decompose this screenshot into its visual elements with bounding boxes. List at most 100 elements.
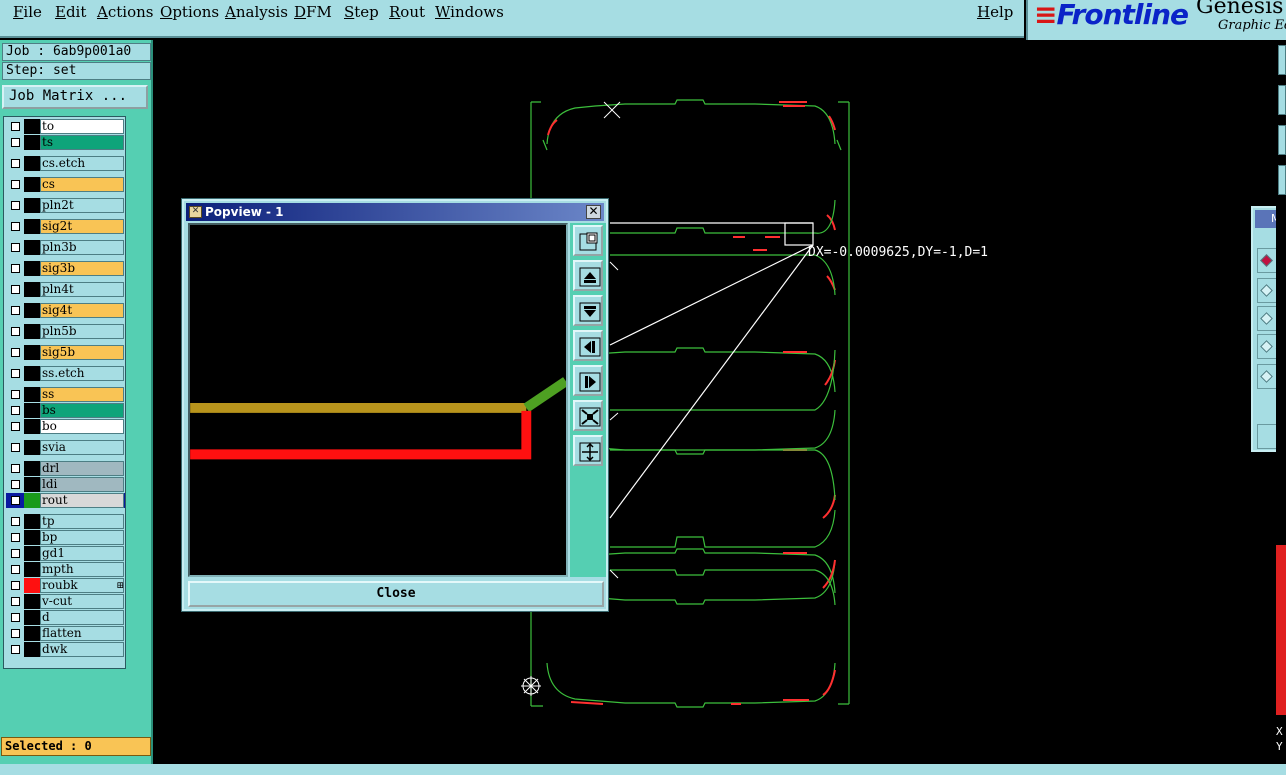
layer-row[interactable]: ss.etch: [6, 366, 125, 381]
popview-tool-button[interactable]: [573, 225, 603, 256]
popview-tool-button[interactable]: [573, 435, 603, 466]
layer-row[interactable]: dwk: [6, 642, 125, 657]
menu-options[interactable]: Options: [160, 3, 219, 21]
menu-edit[interactable]: Edit: [55, 3, 86, 21]
layer-checkbox[interactable]: [11, 369, 20, 378]
layer-name[interactable]: mpth: [40, 562, 124, 577]
layer-name[interactable]: gd1: [40, 546, 124, 561]
popview-tool-button[interactable]: [573, 260, 603, 291]
layer-checkbox[interactable]: [11, 138, 20, 147]
layer-name[interactable]: rout: [40, 493, 124, 508]
layer-checkbox[interactable]: [11, 306, 20, 315]
job-matrix-button[interactable]: Job Matrix ...: [2, 85, 148, 109]
layer-checkbox[interactable]: [11, 348, 20, 357]
layer-name[interactable]: tp: [40, 514, 124, 529]
layer-row[interactable]: sig5b: [6, 345, 125, 360]
layer-name[interactable]: cs: [40, 177, 124, 192]
layer-row[interactable]: cs.etch: [6, 156, 125, 171]
layer-name[interactable]: bp: [40, 530, 124, 545]
layer-checkbox[interactable]: [11, 597, 20, 606]
layer-row[interactable]: mpth: [6, 562, 125, 577]
layer-name[interactable]: dwk: [40, 642, 124, 657]
layer-checkbox[interactable]: [11, 390, 20, 399]
layer-name[interactable]: ss: [40, 387, 124, 402]
layer-name[interactable]: bs: [40, 403, 124, 418]
layer-row[interactable]: pln2t: [6, 198, 125, 213]
layer-row[interactable]: bo: [6, 419, 125, 434]
window-menu-icon[interactable]: ✕: [189, 206, 202, 218]
layer-checkbox[interactable]: [11, 565, 20, 574]
layer-row[interactable]: ldi: [6, 477, 125, 492]
right-tool-4[interactable]: [1278, 165, 1286, 195]
layer-checkbox[interactable]: [11, 533, 20, 542]
layer-row[interactable]: drl: [6, 461, 125, 476]
layer-name[interactable]: ss.etch: [40, 366, 124, 381]
layer-name[interactable]: drl: [40, 461, 124, 476]
layer-checkbox[interactable]: [11, 443, 20, 452]
popview-tool-button[interactable]: [573, 330, 603, 361]
layer-name[interactable]: flatten: [40, 626, 124, 641]
layer-row[interactable]: pln4t: [6, 282, 125, 297]
layer-name[interactable]: d: [40, 610, 124, 625]
layer-checkbox[interactable]: [11, 496, 20, 505]
layer-name[interactable]: to: [40, 119, 124, 134]
popview-tool-button[interactable]: [573, 365, 603, 396]
right-tool-3[interactable]: [1278, 125, 1286, 155]
layer-checkbox[interactable]: [11, 645, 20, 654]
layer-name[interactable]: sig4t: [40, 303, 124, 318]
layer-row[interactable]: tp: [6, 514, 125, 529]
layer-row[interactable]: ts: [6, 135, 125, 150]
layer-name[interactable]: pln3b: [40, 240, 124, 255]
right-tool-2[interactable]: [1278, 85, 1286, 115]
layer-name[interactable]: pln2t: [40, 198, 124, 213]
layer-name[interactable]: svia: [40, 440, 124, 455]
layer-checkbox[interactable]: [11, 180, 20, 189]
layer-name[interactable]: pln4t: [40, 282, 124, 297]
layer-checkbox[interactable]: [11, 122, 20, 131]
layer-checkbox[interactable]: [11, 422, 20, 431]
layer-checkbox[interactable]: [11, 243, 20, 252]
layer-name[interactable]: cs.etch: [40, 156, 124, 171]
layer-row[interactable]: svia: [6, 440, 125, 455]
layer-row[interactable]: gd1: [6, 546, 125, 561]
layer-row[interactable]: roubk ⊞: [6, 578, 125, 593]
menu-actions[interactable]: Actions: [97, 3, 153, 21]
layer-row[interactable]: sig2t: [6, 219, 125, 234]
right-tool-1[interactable]: [1278, 45, 1286, 75]
menu-help[interactable]: Help: [977, 3, 1013, 21]
layer-name[interactable]: pln5b: [40, 324, 124, 339]
layer-row[interactable]: pln3b: [6, 240, 125, 255]
layer-checkbox[interactable]: [11, 327, 20, 336]
layer-checkbox[interactable]: [11, 406, 20, 415]
layer-row[interactable]: sig3b: [6, 261, 125, 276]
layer-name[interactable]: sig3b: [40, 261, 124, 276]
popview-tool-button[interactable]: [573, 295, 603, 326]
layer-checkbox[interactable]: [11, 264, 20, 273]
layer-checkbox[interactable]: [11, 201, 20, 210]
layer-checkbox[interactable]: [11, 517, 20, 526]
layer-row[interactable]: rout: [6, 493, 125, 508]
close-button[interactable]: Close: [188, 581, 604, 607]
menu-analysis[interactable]: Analysis: [225, 3, 288, 21]
popview-tool-button[interactable]: [573, 400, 603, 431]
layer-name[interactable]: bo: [40, 419, 124, 434]
layer-row[interactable]: sig4t: [6, 303, 125, 318]
layer-row[interactable]: ss: [6, 387, 125, 402]
menu-rout[interactable]: Rout: [389, 3, 425, 21]
layer-name[interactable]: sig5b: [40, 345, 124, 360]
layer-checkbox[interactable]: [11, 613, 20, 622]
layer-checkbox[interactable]: [11, 581, 20, 590]
menu-windows[interactable]: Windows: [435, 3, 504, 21]
layer-checkbox[interactable]: [11, 222, 20, 231]
layer-name[interactable]: sig2t: [40, 219, 124, 234]
layer-name[interactable]: v-cut: [40, 594, 124, 609]
layer-checkbox[interactable]: [11, 480, 20, 489]
close-icon[interactable]: ✕: [586, 205, 601, 219]
layer-row[interactable]: pln5b: [6, 324, 125, 339]
layer-row[interactable]: to: [6, 119, 125, 134]
layer-checkbox[interactable]: [11, 549, 20, 558]
layer-row[interactable]: v-cut: [6, 594, 125, 609]
menu-step[interactable]: Step: [344, 3, 379, 21]
layer-name[interactable]: ldi: [40, 477, 124, 492]
layer-checkbox[interactable]: [11, 159, 20, 168]
